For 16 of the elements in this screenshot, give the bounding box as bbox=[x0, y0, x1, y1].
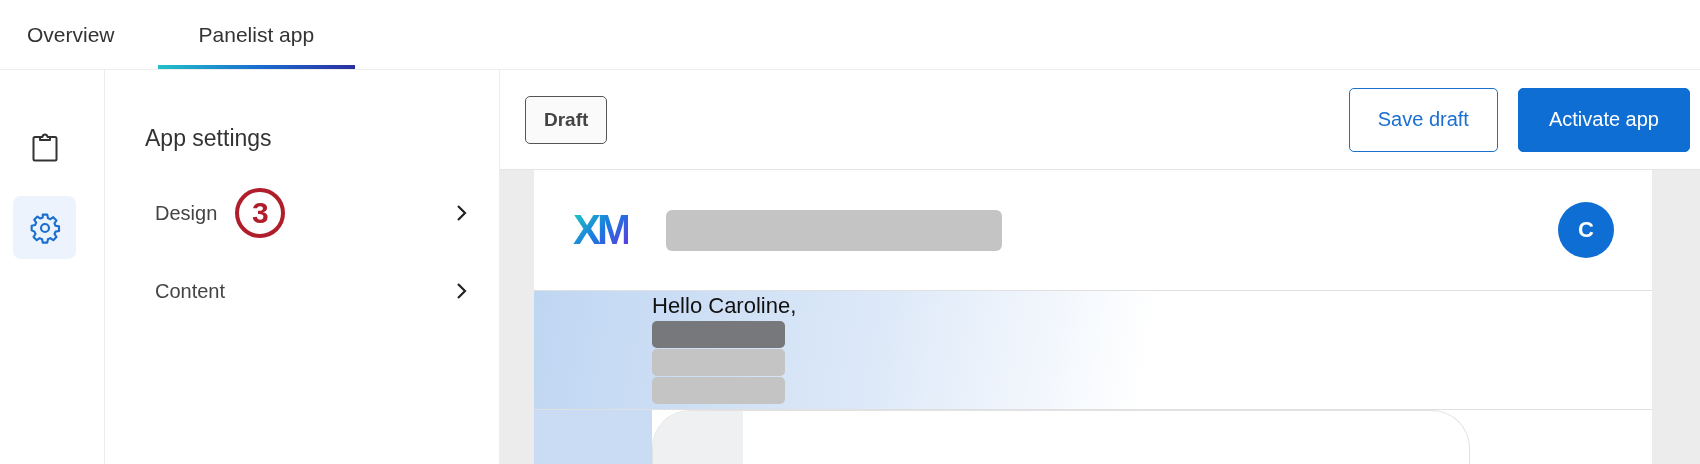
menu-item[interactable]: Design bbox=[155, 201, 218, 225]
settings-icon bbox=[28, 211, 61, 244]
menu-item[interactable]: Content bbox=[155, 279, 226, 303]
chevron-right-icon[interactable] bbox=[455, 282, 467, 300]
chevron-right-icon[interactable] bbox=[455, 204, 467, 222]
activate-button[interactable]: Activate app bbox=[1517, 87, 1690, 152]
tab[interactable]: Panelist app bbox=[157, 0, 356, 69]
clipboard-icon bbox=[31, 131, 58, 162]
status-badge: Draft bbox=[525, 95, 608, 144]
tab[interactable]: Overview bbox=[0, 0, 142, 69]
step-number-badge: 3 bbox=[235, 188, 286, 238]
greeting: Hello Caroline, bbox=[652, 292, 798, 320]
save-button[interactable]: Save draft bbox=[1348, 87, 1498, 152]
settings-button[interactable] bbox=[13, 196, 76, 259]
panel-title: App settings bbox=[145, 125, 273, 152]
avatar[interactable]: C bbox=[1558, 202, 1614, 258]
